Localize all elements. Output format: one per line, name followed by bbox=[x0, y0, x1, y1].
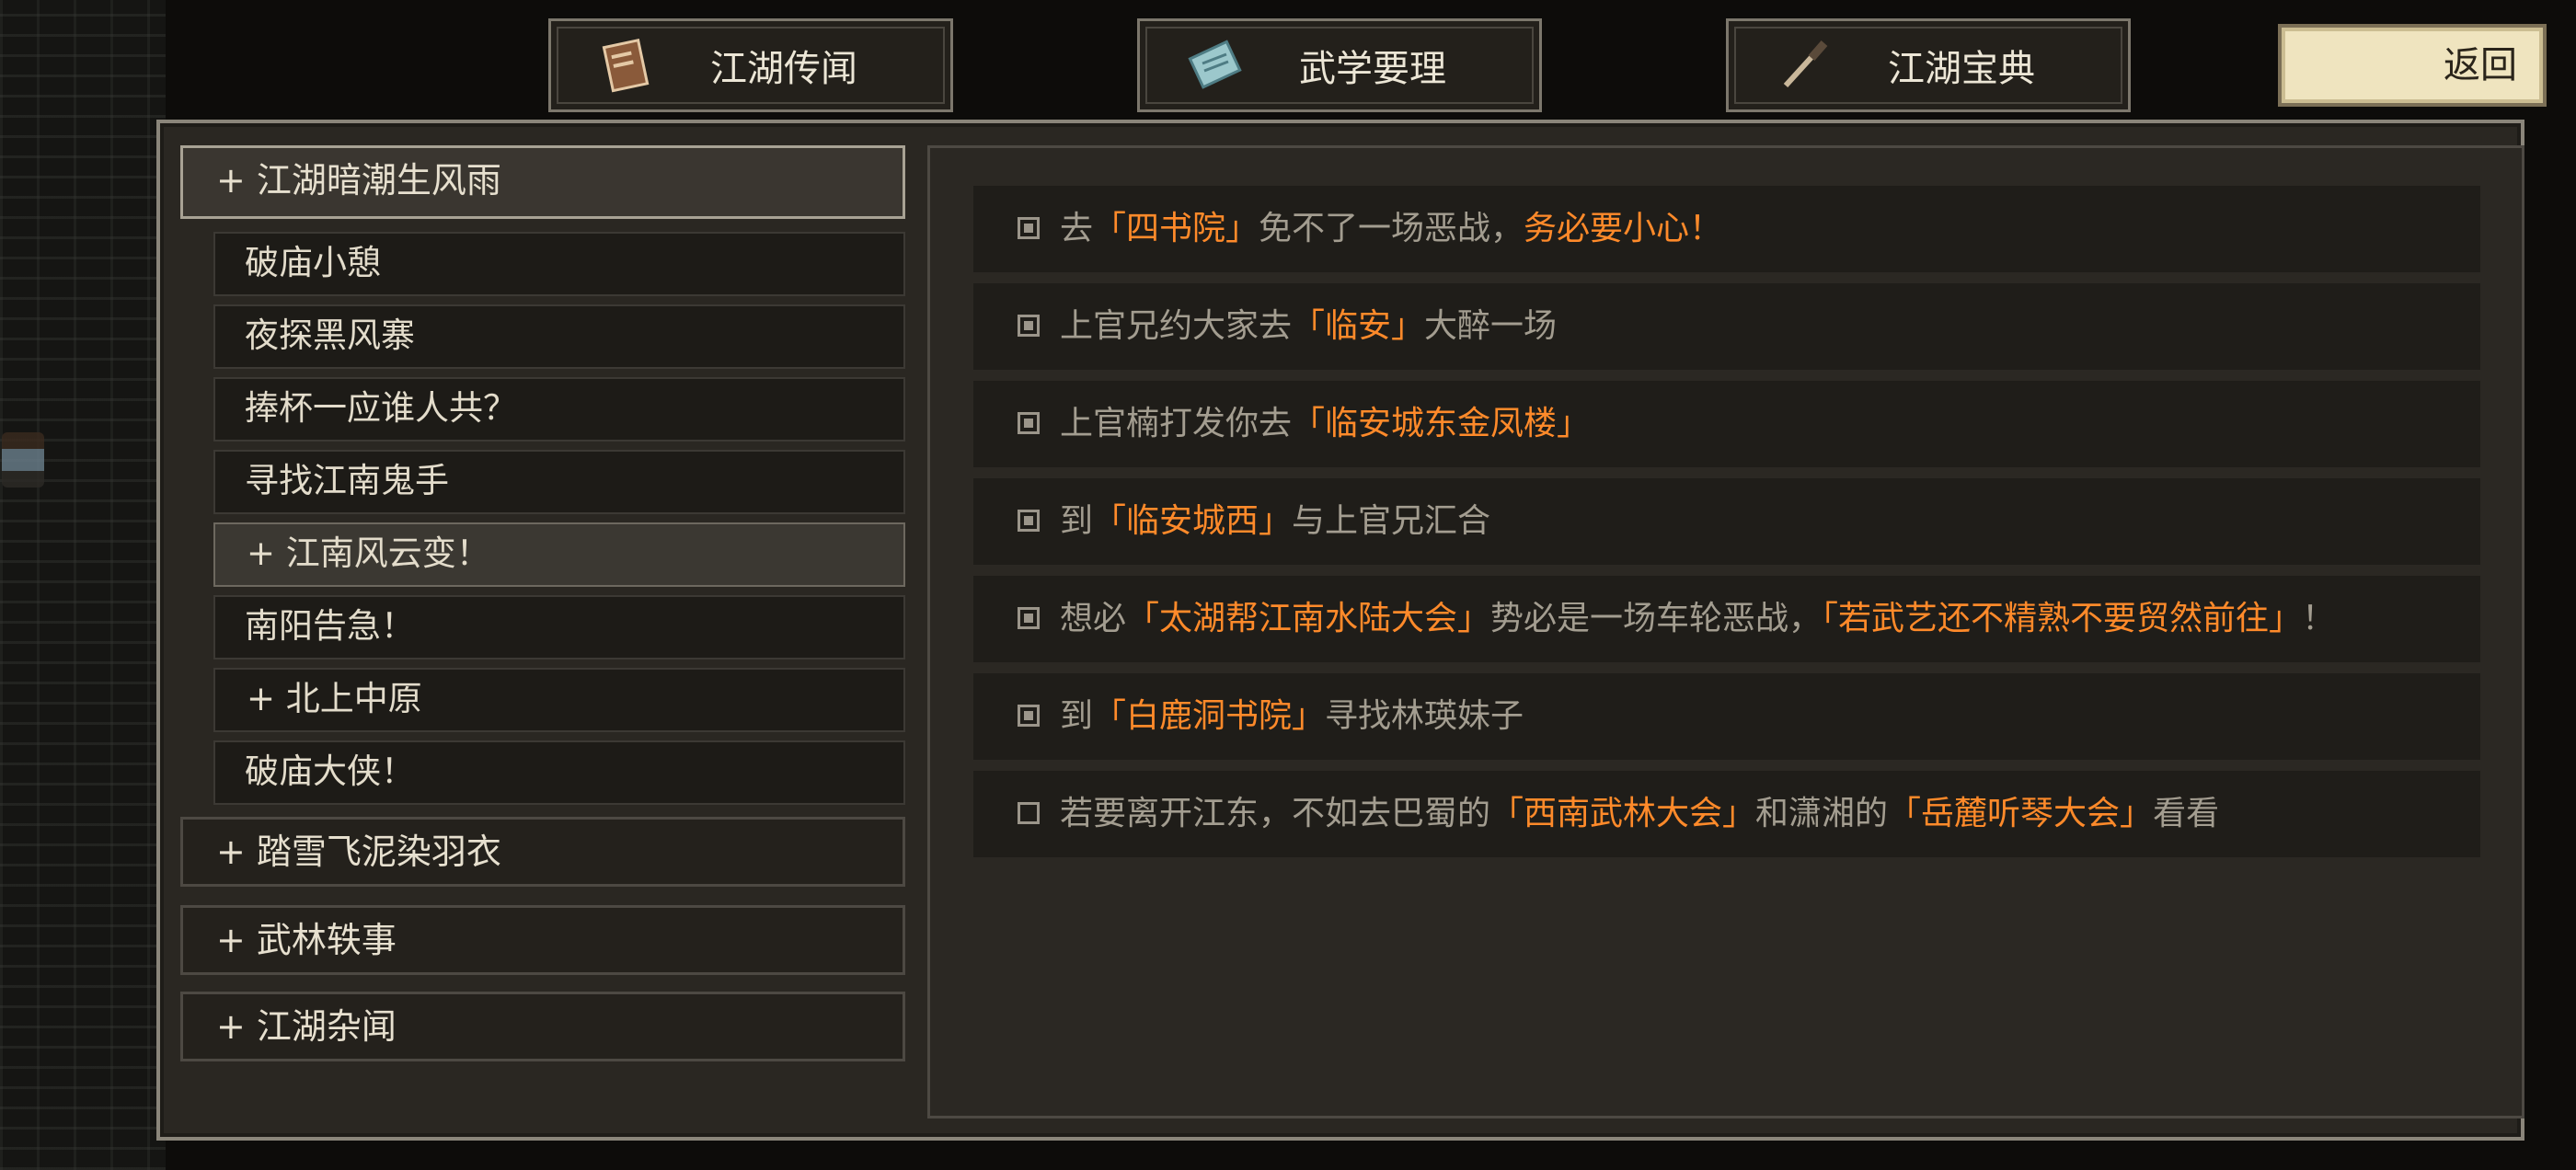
objective-highlight: 「太湖帮江南水陆大会」 bbox=[1126, 600, 1491, 637]
objective-highlight: 「临安」 bbox=[1292, 307, 1425, 345]
category-snow-feathers[interactable]: + 踏雪飞泥染羽衣 bbox=[180, 817, 905, 887]
objective-text: 上官楠打发你去 bbox=[1060, 405, 1293, 442]
quest-item[interactable]: 夜探黑风寨 bbox=[213, 304, 905, 369]
objective-text: 到 bbox=[1060, 502, 1094, 540]
objective-row: 到「临安城西」与上官兄汇合 bbox=[973, 478, 2480, 565]
objective-row: 去「四书院」免不了一场恶战，务必要小心！ bbox=[973, 186, 2480, 272]
objective-highlight: 「岳麓听琴大会」 bbox=[1888, 795, 2154, 832]
tab-rumors[interactable]: 江湖传闻 bbox=[548, 18, 953, 112]
checkbox-checked-icon bbox=[1018, 607, 1040, 629]
quest-item[interactable]: 南阳告急！ bbox=[213, 595, 905, 660]
objective-text: 到 bbox=[1060, 697, 1094, 735]
quest-item[interactable]: 捧杯一应谁人共？ bbox=[213, 377, 905, 442]
tab-rumors-label: 江湖传闻 bbox=[710, 48, 857, 90]
objective-text: 和潇湘的 bbox=[1755, 795, 1889, 832]
objective-row: 若要离开江东，不如去巴蜀的「西南武林大会」和潇湘的「岳麓听琴大会」看看 bbox=[973, 771, 2480, 857]
quest-item-selected[interactable]: + 江南风云变！ bbox=[213, 522, 905, 587]
objective-row: 想必「太湖帮江南水陆大会」势必是一场车轮恶战，「若武艺还不精熟不要贸然前往」！ bbox=[973, 576, 2480, 662]
objective-text: 看看 bbox=[2153, 795, 2220, 832]
category-jianghu-undercurrent[interactable]: + 江湖暗潮生风雨 bbox=[180, 145, 905, 219]
objective-highlight: 「若武艺还不精熟不要贸然前往」 bbox=[1822, 600, 2303, 637]
quest-item[interactable]: 破庙小憩 bbox=[213, 232, 905, 296]
objective-text: 大醉一场 bbox=[1424, 307, 1558, 345]
checkbox-empty-icon bbox=[1018, 802, 1040, 824]
category-wulin-anecdotes[interactable]: + 武林轶事 bbox=[180, 905, 905, 975]
objective-highlight: 「临安城东金凤楼」 bbox=[1292, 405, 1591, 442]
checkbox-checked-icon bbox=[1018, 510, 1040, 532]
tab-martial-arts[interactable]: 武学要理 bbox=[1137, 18, 1542, 112]
objective-text: 去 bbox=[1060, 210, 1094, 247]
checkbox-checked-icon bbox=[1018, 705, 1040, 727]
objective-text: ！ bbox=[2302, 600, 2336, 637]
objective-text: 寻找林瑛妹子 bbox=[1325, 697, 1524, 735]
objective-highlight: 「四书院」 bbox=[1093, 210, 1259, 247]
category-jianghu-misc[interactable]: + 江湖杂闻 bbox=[180, 992, 905, 1061]
tab-handbook-label: 江湖宝典 bbox=[1888, 48, 2035, 90]
objective-text: 想必 bbox=[1060, 600, 1127, 637]
objective-highlight: 「临安城西」 bbox=[1093, 502, 1293, 540]
checkbox-checked-icon bbox=[1018, 412, 1040, 434]
objective-row: 上官兄约大家去「临安」大醉一场 bbox=[973, 283, 2480, 370]
objective-highlight: 「白鹿洞书院」 bbox=[1093, 697, 1326, 735]
checkbox-checked-icon bbox=[1018, 315, 1040, 337]
objective-text: 若要离开江东，不如去巴蜀的 bbox=[1060, 795, 1491, 832]
scroll-icon bbox=[1182, 32, 1248, 98]
objective-highlight: 「西南武林大会」 bbox=[1490, 795, 1756, 832]
book-icon bbox=[593, 32, 660, 98]
tab-handbook[interactable]: 江湖宝典 bbox=[1726, 18, 2131, 112]
scene-backdrop bbox=[0, 0, 166, 1170]
objective-highlight: 务必要小心！ bbox=[1524, 210, 1723, 247]
quest-item[interactable]: 破庙大侠！ bbox=[213, 740, 905, 805]
objective-row: 到「白鹿洞书院」寻找林瑛妹子 bbox=[973, 673, 2480, 760]
objective-text: 免不了一场恶战， bbox=[1259, 210, 1524, 247]
objective-row: 上官楠打发你去「临安城东金凤楼」 bbox=[973, 381, 2480, 467]
tab-martial-arts-label: 武学要理 bbox=[1299, 48, 1446, 90]
quest-item[interactable]: 寻找江南鬼手 bbox=[213, 450, 905, 514]
objective-text: 势必是一场车轮恶战， bbox=[1490, 600, 1823, 637]
back-button[interactable]: 返回 bbox=[2278, 24, 2547, 107]
objective-text: 上官兄约大家去 bbox=[1060, 307, 1293, 345]
brush-icon bbox=[1771, 32, 1837, 98]
objective-text: 与上官兄汇合 bbox=[1292, 502, 1491, 540]
player-sprite bbox=[2, 432, 44, 488]
quest-item[interactable]: + 北上中原 bbox=[213, 668, 905, 732]
checkbox-checked-icon bbox=[1018, 217, 1040, 239]
